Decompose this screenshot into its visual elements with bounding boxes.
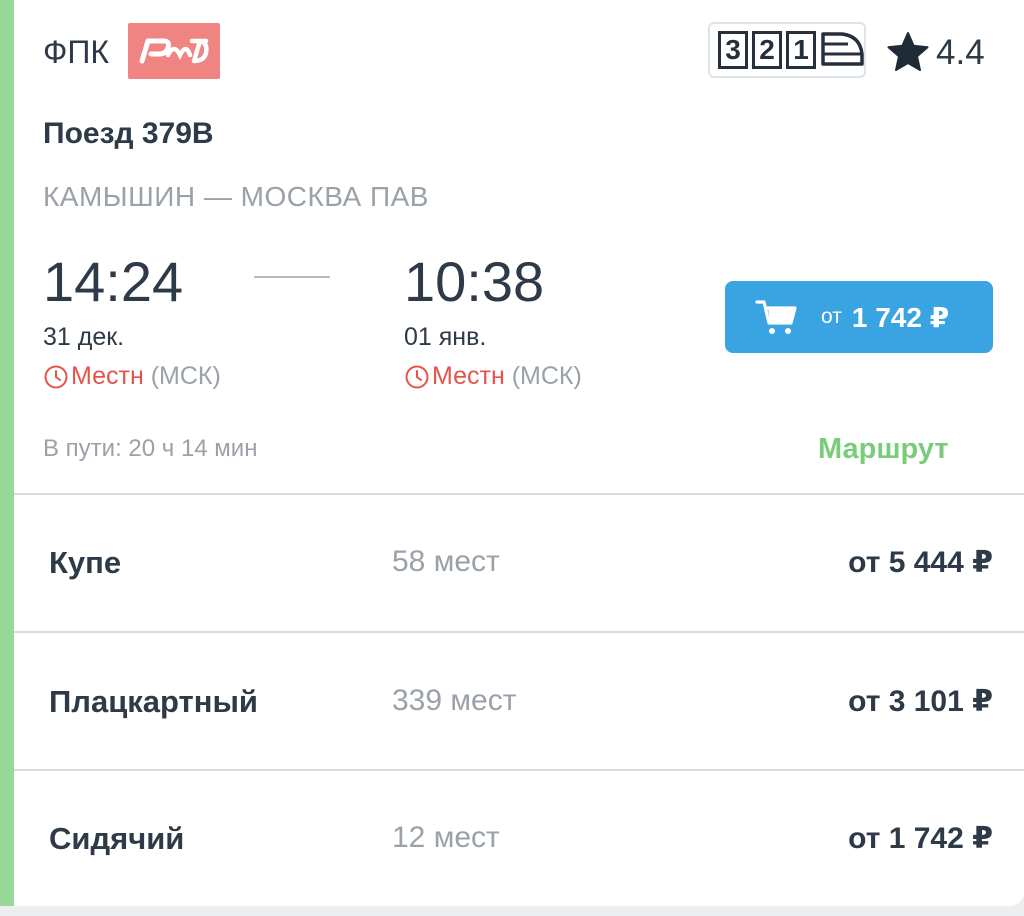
- class-price: от 1 742 ₽: [848, 822, 993, 855]
- price-from-label: от: [821, 305, 842, 328]
- star-icon: [887, 32, 929, 71]
- class-row-sidyachiy[interactable]: Сидячий 12 мест от 1 742 ₽: [14, 771, 1024, 906]
- class-row-kupe[interactable]: Купе 58 мест от 5 444 ₽: [14, 495, 1024, 631]
- class-name: Плацкартный: [49, 684, 258, 719]
- departure-date: 31 дек.: [43, 323, 125, 351]
- class-3-box: 3: [718, 31, 748, 69]
- arrival-time: 10:38: [404, 250, 545, 313]
- class-2-box: 2: [752, 31, 782, 69]
- seats-count: 339 мест: [392, 684, 517, 717]
- carrier-name: ФПК: [43, 34, 109, 70]
- seats-count: 12 мест: [392, 821, 500, 854]
- train-name: Поезд 379В: [43, 117, 214, 150]
- arrival-timezone: Местн (МСК): [404, 362, 582, 391]
- departure-timezone: Местн (МСК): [43, 362, 221, 391]
- route-stations: КАМЫШИН — МОСКВА ПАВ: [43, 181, 429, 212]
- class-row-platskart[interactable]: Плацкартный 339 мест от 3 101 ₽: [14, 634, 1024, 770]
- arrival-date: 01 янв.: [404, 323, 487, 351]
- rzd-logo: [128, 23, 220, 79]
- train-icon: [821, 32, 864, 66]
- class-name: Сидячий: [49, 821, 185, 856]
- rzd-logo-icon: [139, 38, 209, 64]
- class-price: от 5 444 ₽: [848, 546, 993, 579]
- clock-icon: [405, 365, 429, 388]
- accent-strip: [0, 0, 14, 906]
- class-price: от 3 101 ₽: [848, 685, 993, 718]
- timezone-local: Местн: [432, 362, 505, 390]
- travel-duration: В пути: 20 ч 14 мин: [43, 435, 258, 462]
- rating-value: 4.4: [936, 33, 985, 72]
- clock-icon: [44, 365, 68, 388]
- timezone-msk: (МСК): [143, 362, 221, 390]
- min-price: 1 742 ₽: [851, 301, 950, 333]
- arrow-right-icon: [254, 276, 330, 278]
- buy-ticket-button[interactable]: от 1 742 ₽: [725, 281, 993, 353]
- class-1-box: 1: [786, 31, 816, 69]
- route-link[interactable]: Маршрут: [818, 433, 949, 466]
- cart-icon: [755, 300, 797, 334]
- seats-count: 58 мест: [392, 545, 500, 578]
- timezone-msk: (МСК): [504, 362, 582, 390]
- departure-time: 14:24: [43, 250, 184, 313]
- class-name: Купе: [49, 545, 122, 580]
- train-card[interactable]: ФПК 3 2 1 4.4 Поезд 379В КАМЫШИН — МОСКВ…: [0, 0, 1024, 906]
- divider: [14, 631, 1024, 633]
- train-class-badge: 3 2 1: [708, 22, 866, 78]
- timezone-local: Местн: [71, 362, 144, 390]
